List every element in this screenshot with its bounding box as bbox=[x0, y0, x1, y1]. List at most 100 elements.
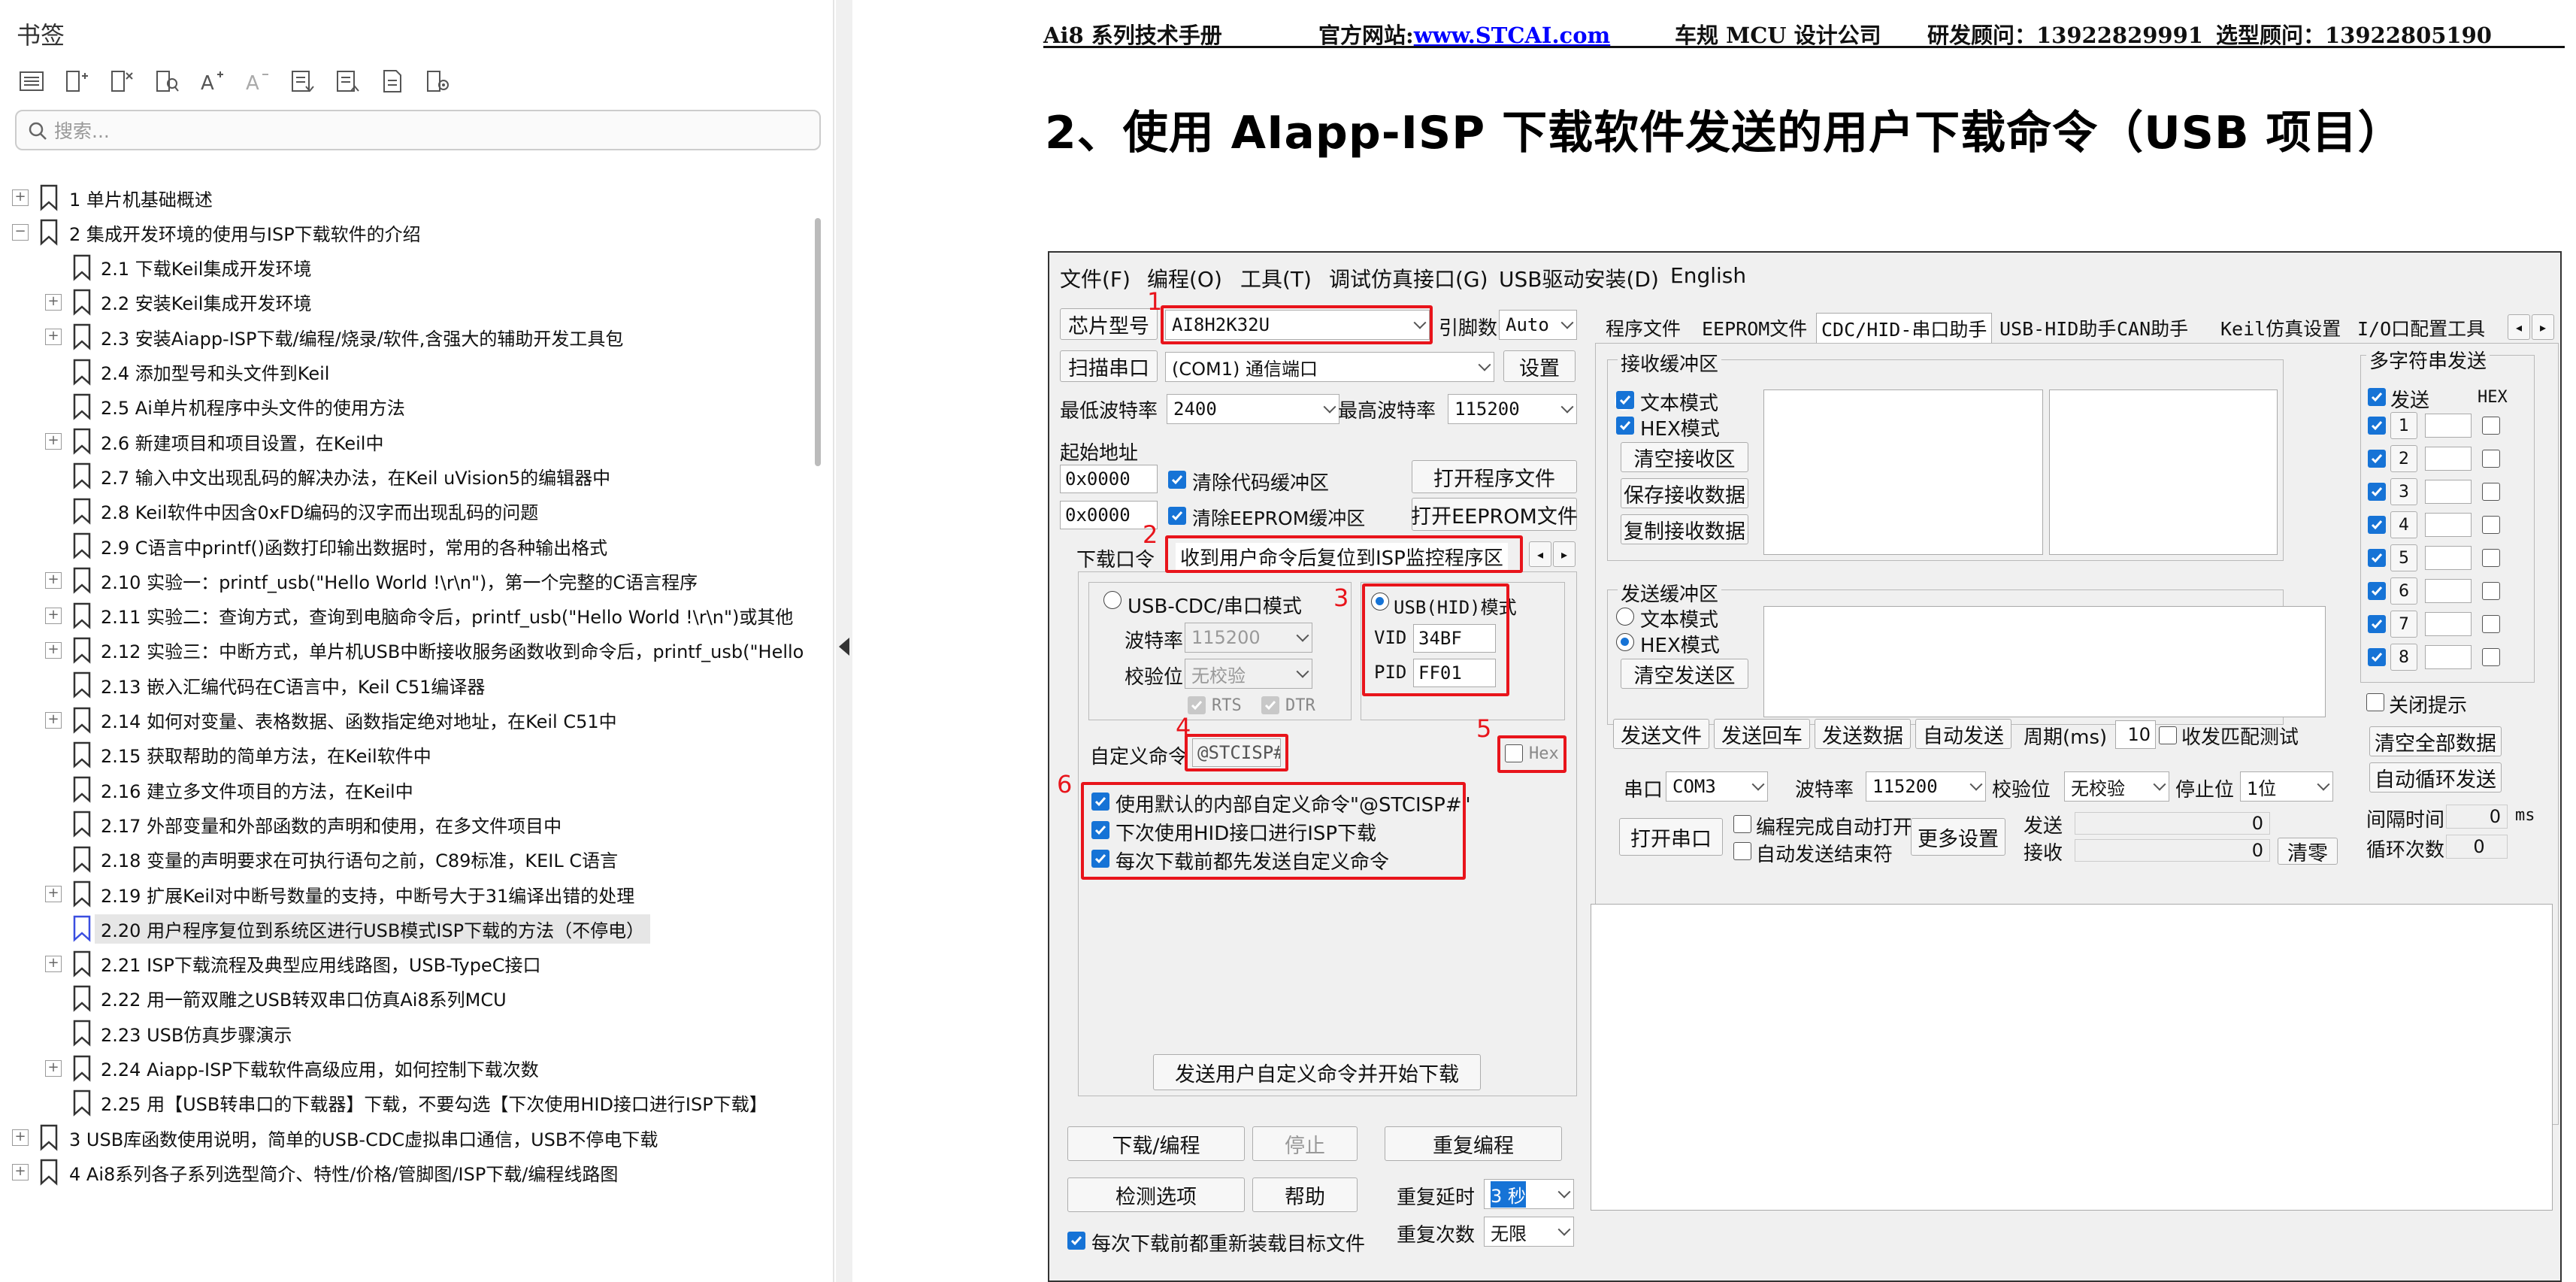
pins-select[interactable]: Auto bbox=[1499, 310, 1577, 340]
increase-font-icon[interactable]: A bbox=[195, 65, 229, 98]
close-tip-checkbox[interactable] bbox=[2366, 693, 2384, 711]
output-area[interactable] bbox=[1591, 904, 2553, 1211]
send-text-mode-radio[interactable] bbox=[1616, 608, 1634, 626]
bookmark-item[interactable]: +2.12 实验三：中断方式，单片机USB中断接收服务函数收到命令后，print… bbox=[0, 633, 804, 668]
bookmark-item[interactable]: +2.6 新建项目和项目设置，在Keil中 bbox=[0, 424, 804, 459]
stop-bits-select[interactable]: 1位 bbox=[2240, 771, 2333, 802]
collapse-arrow-icon[interactable] bbox=[839, 638, 849, 656]
multi-row-hex-checkbox[interactable] bbox=[2482, 648, 2500, 666]
open-eeprom-button[interactable]: 打开EEPROM文件 bbox=[1411, 498, 1578, 531]
menu-usb-driver[interactable]: USB驱动安装(D) bbox=[1499, 263, 1659, 293]
send-data-button[interactable]: 发送数据 bbox=[1815, 719, 1911, 749]
multi-row-enable-checkbox[interactable] bbox=[2368, 648, 2386, 666]
list-view-icon[interactable] bbox=[15, 65, 48, 98]
expand-icon[interactable]: + bbox=[45, 955, 62, 972]
bookmark-item[interactable]: 2.22 用一箭双雕之USB转双串口仿真Ai8系列MCU bbox=[0, 981, 804, 1016]
expand-icon[interactable]: + bbox=[45, 572, 62, 589]
bookmark-item[interactable]: +3 USB库函数使用说明，简单的USB-CDC虚拟串口通信，USB不停电下载 bbox=[0, 1120, 804, 1155]
multi-row-input[interactable] bbox=[2425, 579, 2472, 603]
multi-row-send-button[interactable]: 4 bbox=[2390, 511, 2417, 538]
more-settings-button[interactable]: 更多设置 bbox=[1911, 818, 2005, 856]
expand-icon[interactable]: + bbox=[12, 189, 29, 206]
max-baud-select[interactable]: 115200 bbox=[1448, 394, 1577, 424]
tab-usb-hid[interactable]: USB-HID助手 bbox=[1995, 313, 2120, 343]
multi-row-send-button[interactable]: 7 bbox=[2390, 611, 2417, 638]
decrease-font-icon[interactable]: A bbox=[241, 65, 274, 98]
multi-row-input[interactable] bbox=[2425, 414, 2472, 438]
auto-send-button[interactable]: 自动发送 bbox=[1915, 719, 2011, 749]
tab-eeprom-file[interactable]: EEPROM文件 bbox=[1697, 313, 1812, 343]
multi-row-hex-checkbox[interactable] bbox=[2482, 549, 2500, 567]
clear-send-button[interactable]: 清空发送区 bbox=[1621, 659, 1748, 689]
expand-icon[interactable]: + bbox=[45, 607, 62, 624]
bookmark-item[interactable]: +2.2 安装Keil集成开发环境 bbox=[0, 285, 804, 320]
recv-hex-mode-checkbox[interactable] bbox=[1616, 417, 1634, 435]
usb-cdc-radio[interactable] bbox=[1103, 591, 1122, 609]
rts-checkbox[interactable] bbox=[1188, 696, 1206, 714]
multi-send-all-checkbox[interactable] bbox=[2368, 388, 2386, 406]
multi-row-hex-checkbox[interactable] bbox=[2482, 450, 2500, 468]
bookmark-item[interactable]: 2.15 获取帮助的简单方法，在Keil软件中 bbox=[0, 738, 804, 772]
recv-text-mode-checkbox[interactable] bbox=[1616, 391, 1634, 409]
cdc-parity-select[interactable]: 无校验 bbox=[1185, 659, 1312, 689]
repeat-delay-select[interactable]: 3 秒 bbox=[1484, 1179, 1574, 1209]
bookmark-item[interactable]: +1 单片机基础概述 bbox=[0, 180, 804, 215]
expand-icon[interactable]: + bbox=[12, 1129, 29, 1147]
auto-end-checkbox[interactable] bbox=[1733, 842, 1751, 860]
collapse-bookmark-icon[interactable] bbox=[331, 65, 364, 98]
port-select[interactable]: (COM1) 通信端口 bbox=[1165, 352, 1494, 382]
bookmark-item[interactable]: +2.10 实验一：printf_usb("Hello World !\r\n"… bbox=[0, 563, 804, 598]
add-bookmark-icon[interactable] bbox=[60, 65, 93, 98]
bookmark-item[interactable]: − 2 集成开发环境的使用与ISP下载软件的介绍 bbox=[0, 215, 804, 250]
multi-row-enable-checkbox[interactable] bbox=[2368, 615, 2386, 633]
expand-icon[interactable]: + bbox=[45, 433, 62, 450]
multi-row-hex-checkbox[interactable] bbox=[2482, 582, 2500, 600]
open-program-button[interactable]: 打开程序文件 bbox=[1412, 460, 1577, 493]
expand-icon[interactable]: + bbox=[45, 711, 62, 729]
clear-count-button[interactable]: 清零 bbox=[2278, 838, 2338, 865]
multi-row-enable-checkbox[interactable] bbox=[2368, 516, 2386, 534]
bookmark-item[interactable]: 2.5 Ai单片机程序中头文件的使用方法 bbox=[0, 389, 804, 424]
bookmark-item[interactable]: +4 Ai8系列各子系列选型简介、特性/价格/管脚图/ISP下载/编程线路图 bbox=[0, 1155, 804, 1190]
multi-row-hex-checkbox[interactable] bbox=[2482, 417, 2500, 435]
sidebar-scrollbar[interactable] bbox=[815, 218, 821, 466]
right-tab-left-icon[interactable]: ◂ bbox=[2508, 314, 2530, 340]
multi-row-enable-checkbox[interactable] bbox=[2368, 582, 2386, 600]
check-options-button[interactable]: 检测选项 bbox=[1067, 1177, 1245, 1212]
tab-io-config[interactable]: I/O口配置工具 bbox=[2353, 313, 2490, 343]
expand-icon[interactable]: + bbox=[45, 1059, 62, 1077]
multi-row-enable-checkbox[interactable] bbox=[2368, 417, 2386, 435]
open-serial-button[interactable]: 打开串口 bbox=[1619, 818, 1723, 856]
bookmark-item[interactable]: 2.9 C语言中printf()函数打印输出数据时，常用的各种输出格式 bbox=[0, 529, 804, 563]
interval-input[interactable]: 0 bbox=[2446, 805, 2508, 829]
bookmark-item[interactable]: 2.4 添加型号和头文件到Keil bbox=[0, 355, 804, 389]
receive-hex-area[interactable] bbox=[2049, 389, 2278, 555]
multi-row-input[interactable] bbox=[2425, 546, 2472, 570]
multi-row-send-button[interactable]: 5 bbox=[2390, 544, 2417, 571]
collapse-icon[interactable]: − bbox=[12, 224, 29, 241]
multi-row-send-button[interactable]: 3 bbox=[2390, 478, 2417, 505]
search-input[interactable] bbox=[54, 116, 806, 146]
header-site-link[interactable]: www.STCAI.com bbox=[1414, 23, 1611, 48]
serial-parity-select[interactable]: 无校验 bbox=[2064, 771, 2169, 802]
multi-row-input[interactable] bbox=[2425, 447, 2472, 471]
multi-row-input[interactable] bbox=[2425, 645, 2472, 669]
code-address-input[interactable]: 0x0000 bbox=[1060, 465, 1158, 493]
period-input[interactable]: 10 bbox=[2115, 720, 2156, 749]
tab-program-file[interactable]: 程序文件 bbox=[1601, 313, 1685, 343]
expand-icon[interactable]: + bbox=[45, 886, 62, 902]
bookmark-item[interactable]: +2.11 实验二：查询方式，查询到电脑命令后，printf_usb("Hell… bbox=[0, 599, 804, 633]
multi-row-hex-checkbox[interactable] bbox=[2482, 516, 2500, 534]
menu-tools[interactable]: 工具(T) bbox=[1240, 263, 1312, 293]
send-text-area[interactable] bbox=[1763, 606, 2326, 717]
bookmark-item[interactable]: 2.7 输入中文出现乱码的解决办法，在Keil uVision5的编辑器中 bbox=[0, 459, 804, 493]
serial-baud-select[interactable]: 115200 bbox=[1866, 771, 1986, 802]
bookmark-settings-icon[interactable] bbox=[421, 65, 454, 98]
multi-row-hex-checkbox[interactable] bbox=[2482, 615, 2500, 633]
bookmark-item[interactable]: 2.18 变量的声明要求在可执行语句之前，C89标准，KEIL C语言 bbox=[0, 842, 804, 877]
send-return-button[interactable]: 发送回车 bbox=[1714, 719, 1810, 749]
min-baud-select[interactable]: 2400 bbox=[1167, 394, 1339, 424]
copy-receive-button[interactable]: 复制接收数据 bbox=[1621, 514, 1748, 544]
dtr-checkbox[interactable] bbox=[1261, 696, 1279, 714]
download-program-button[interactable]: 下载/编程 bbox=[1067, 1126, 1245, 1161]
